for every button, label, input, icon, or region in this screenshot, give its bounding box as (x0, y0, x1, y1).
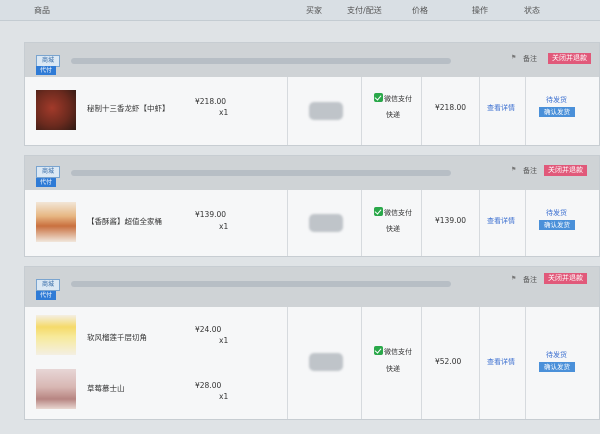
order-info-blur (71, 170, 451, 176)
product-price: ¥218.00 (195, 97, 227, 106)
close-refund-button[interactable]: 关闭并退款 (544, 165, 587, 176)
order-amount: ¥52.00 (435, 357, 462, 366)
header-action: 操作 (472, 6, 488, 15)
view-detail-link[interactable]: 查看详情 (487, 216, 515, 226)
product-image[interactable] (36, 315, 76, 355)
confirm-ship-button[interactable]: 确认发货 (539, 362, 575, 372)
product-name[interactable]: 【香酥酱】超值全家桶 (87, 216, 162, 227)
order-info-blur (71, 58, 451, 64)
header-buyer: 买家 (306, 6, 322, 15)
status-text: 待发货 (546, 209, 567, 217)
header-goods: 商品 (34, 6, 50, 15)
order-body: 软风榴莲千层切角 ¥24.00 x1 草莓慕士山 ¥28.00 x1 微信支付 … (25, 307, 599, 419)
product-name[interactable]: 秘制十三香龙虾【中虾】 (87, 103, 170, 114)
confirm-ship-button[interactable]: 确认发货 (539, 220, 575, 230)
note-link[interactable]: 备注 (523, 54, 537, 64)
order-amount: ¥218.00 (435, 103, 467, 112)
flag-icon: ⚑ (511, 275, 517, 282)
status-text: 待发货 (546, 96, 567, 104)
product-image[interactable] (36, 90, 76, 130)
pay-method: 微信支付 (384, 348, 412, 356)
agent-pay-tag: 代付 (36, 291, 56, 300)
order-card: 商城 代付 ⚑ 备注 关闭并退款 【香酥酱】超值全家桶 ¥139.00 x1 微… (24, 155, 600, 257)
order-card: 商城 代付 ⚑ 备注 关闭并退款 秘制十三香龙虾【中虾】 ¥218.00 x1 … (24, 42, 600, 146)
view-detail-link[interactable]: 查看详情 (487, 103, 515, 113)
mall-tag: 商城 (36, 166, 60, 178)
wechat-pay-icon (374, 346, 383, 355)
mall-tag: 商城 (36, 279, 60, 291)
order-header: 商城 代付 ⚑ 备注 关闭并退款 (25, 156, 599, 191)
product-name[interactable]: 草莓慕士山 (87, 383, 125, 394)
order-header: 商城 代付 ⚑ 备注 关闭并退款 (25, 43, 599, 78)
order-body: 秘制十三香龙虾【中虾】 ¥218.00 x1 微信支付 快递 ¥218.00 查… (25, 77, 599, 145)
confirm-ship-button[interactable]: 确认发货 (539, 107, 575, 117)
product-qty: x1 (219, 108, 229, 117)
product-price: ¥28.00 (195, 381, 222, 390)
product-qty: x1 (219, 222, 229, 231)
pay-method: 微信支付 (384, 209, 412, 217)
product-name[interactable]: 软风榴莲千层切角 (87, 332, 147, 343)
order-body: 【香酥酱】超值全家桶 ¥139.00 x1 微信支付 快递 ¥139.00 查看… (25, 190, 599, 256)
product-price: ¥24.00 (195, 325, 222, 334)
product-image[interactable] (36, 369, 76, 409)
header-status: 状态 (524, 6, 540, 15)
close-refund-button[interactable]: 关闭并退款 (544, 273, 587, 284)
product-qty: x1 (219, 336, 229, 345)
buyer-blur (309, 102, 343, 120)
status-text: 待发货 (546, 351, 567, 359)
agent-pay-tag: 代付 (36, 66, 56, 75)
wechat-pay-icon (374, 207, 383, 216)
delivery-method: 快递 (386, 365, 400, 373)
pay-method: 微信支付 (384, 95, 412, 103)
delivery-method: 快递 (386, 225, 400, 233)
buyer-blur (309, 214, 343, 232)
agent-pay-tag: 代付 (36, 178, 56, 187)
product-price: ¥139.00 (195, 210, 227, 219)
order-amount: ¥139.00 (435, 216, 467, 225)
buyer-blur (309, 353, 343, 371)
note-link[interactable]: 备注 (523, 275, 537, 285)
table-header: 商品 买家 支付/配送 价格 操作 状态 (0, 0, 600, 21)
order-info-blur (71, 281, 451, 287)
note-link[interactable]: 备注 (523, 166, 537, 176)
product-qty: x1 (219, 392, 229, 401)
order-header: 商城 代付 ⚑ 备注 关闭并退款 (25, 267, 599, 308)
product-image[interactable] (36, 202, 76, 242)
flag-icon: ⚑ (511, 166, 517, 173)
flag-icon: ⚑ (511, 54, 517, 61)
close-refund-button[interactable]: 关闭并退款 (548, 53, 591, 64)
header-price: 价格 (412, 6, 428, 15)
view-detail-link[interactable]: 查看详情 (487, 357, 515, 367)
order-card: 商城 代付 ⚑ 备注 关闭并退款 软风榴莲千层切角 ¥24.00 x1 草莓慕士… (24, 266, 600, 420)
delivery-method: 快递 (386, 111, 400, 119)
header-payment: 支付/配送 (347, 6, 382, 15)
wechat-pay-icon (374, 93, 383, 102)
